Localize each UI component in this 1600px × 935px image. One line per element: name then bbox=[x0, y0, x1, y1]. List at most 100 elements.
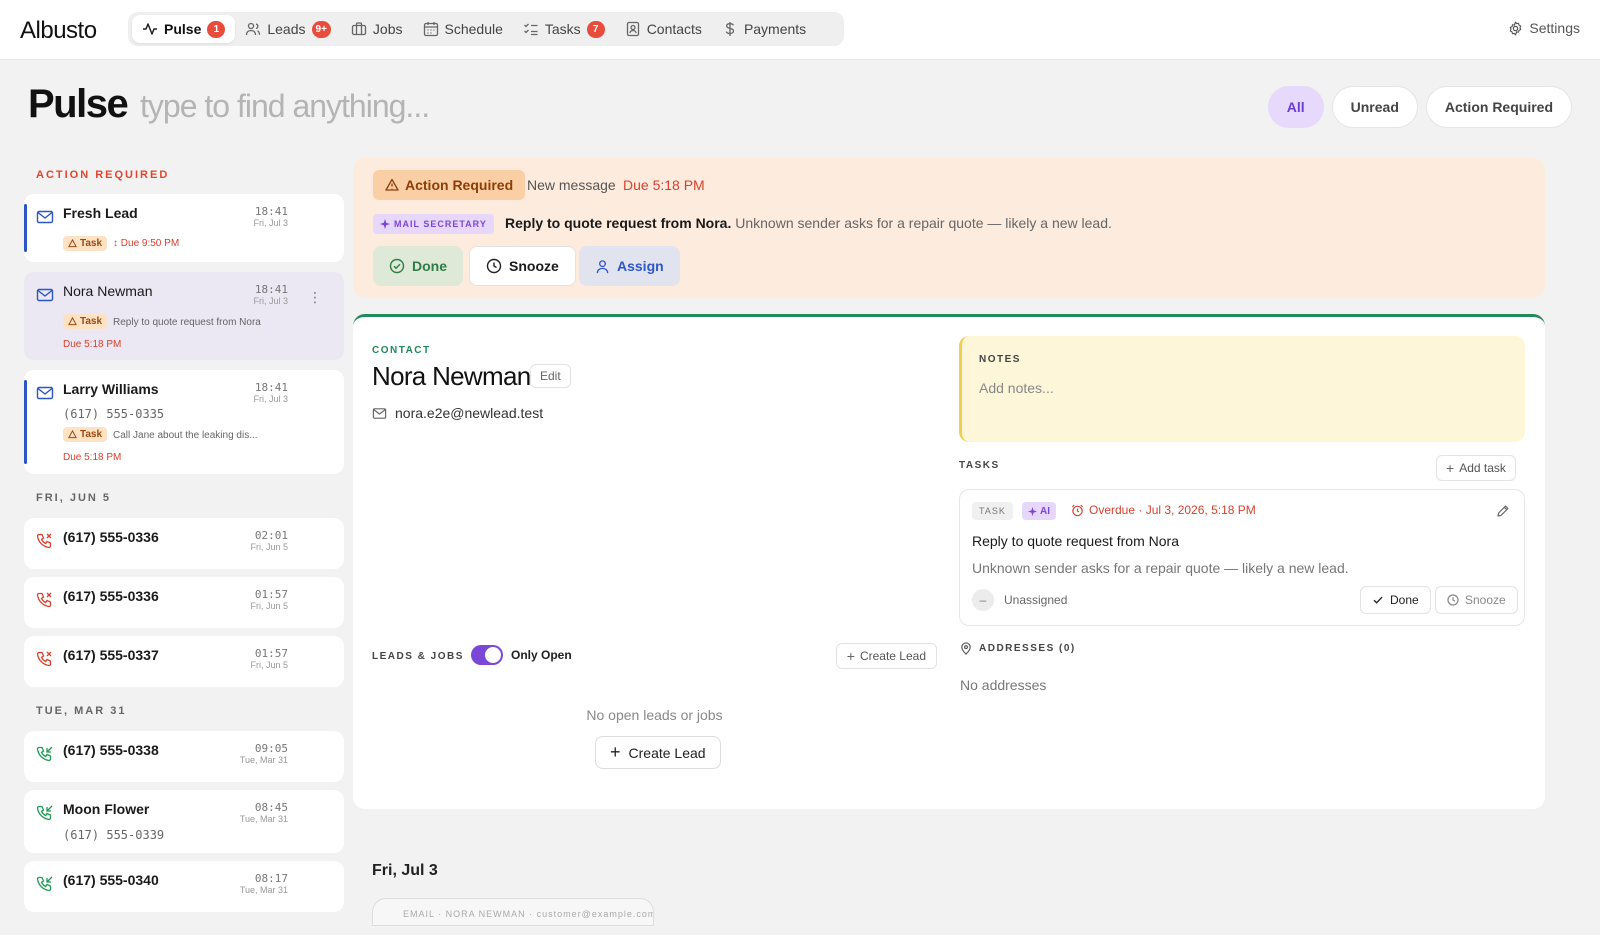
feed-item-name: (617) 555-0340 bbox=[63, 872, 159, 888]
contact-email[interactable]: nora.e2e@newlead.test bbox=[372, 405, 543, 421]
clock-icon bbox=[1447, 594, 1459, 606]
mail-icon bbox=[36, 386, 54, 400]
task-type-tag: TASK bbox=[972, 502, 1013, 520]
overdue-text: Overdue · Jul 3, 2026, 5:18 PM bbox=[1089, 503, 1256, 517]
warning-icon bbox=[68, 317, 77, 326]
action-message-type: New message bbox=[527, 177, 616, 193]
contact-name: Nora Newman bbox=[372, 361, 531, 391]
feed-item-call[interactable]: (617) 555-0338 09:05 Tue, Mar 31 bbox=[24, 731, 344, 782]
edit-contact-button[interactable]: Edit bbox=[530, 364, 571, 388]
tasks-label: TASKS bbox=[959, 460, 1000, 471]
feed-item-name: Nora Newman bbox=[63, 283, 153, 299]
nav-item-schedule[interactable]: Schedule bbox=[413, 15, 513, 43]
search-input[interactable]: type to find anything... bbox=[140, 88, 430, 125]
create-lead-label: Create Lead bbox=[859, 649, 926, 663]
warning-icon bbox=[385, 178, 399, 191]
create-lead-label: Create Lead bbox=[628, 744, 706, 761]
task-badge-label: Task bbox=[80, 429, 103, 440]
nav-badge-leads: 9+ bbox=[311, 20, 331, 38]
feed-item-call[interactable]: Moon Flower 08:45 Tue, Mar 31 (617) 555-… bbox=[24, 790, 344, 853]
add-task-button[interactable]: + Add task bbox=[1436, 455, 1516, 481]
warning-icon bbox=[68, 430, 77, 439]
notes-label: NOTES bbox=[979, 354, 1021, 365]
filter-action-required[interactable]: Action Required bbox=[1425, 86, 1572, 128]
feed-item-time: 18:41 bbox=[254, 283, 288, 296]
done-button-label: Done bbox=[412, 258, 447, 274]
missed-call-icon bbox=[36, 592, 52, 608]
feed-item-call[interactable]: (617) 555-0340 08:17 Tue, Mar 31 bbox=[24, 861, 344, 912]
plus-icon: + bbox=[610, 742, 621, 762]
action-required-panel: Action Required New message Due 5:18 PM … bbox=[353, 158, 1545, 298]
nav-item-jobs[interactable]: Jobs bbox=[341, 15, 413, 43]
action-title: Reply to quote request from Nora. bbox=[505, 215, 732, 231]
nav-item-payments[interactable]: Payments bbox=[712, 15, 816, 43]
assign-button[interactable]: Assign bbox=[579, 246, 680, 286]
feed-item-time: 01:57 bbox=[254, 588, 288, 601]
feed-item-date: Fri, Jun 5 bbox=[250, 660, 288, 670]
feed-item-date: Tue, Mar 31 bbox=[239, 755, 288, 765]
feed-item-time: 08:17 bbox=[254, 872, 288, 885]
action-required-label: Action Required bbox=[405, 177, 514, 193]
snooze-button-label: Snooze bbox=[509, 258, 559, 274]
warning-icon bbox=[68, 239, 77, 248]
settings-link[interactable]: Settings bbox=[1508, 20, 1580, 36]
create-lead-button[interactable]: + Create Lead bbox=[595, 736, 721, 769]
feed-item-date: Fri, Jul 3 bbox=[253, 394, 288, 404]
nav-item-contacts[interactable]: Contacts bbox=[615, 15, 712, 43]
task-done-button[interactable]: Done bbox=[1360, 586, 1431, 614]
filter-all[interactable]: All bbox=[1267, 86, 1324, 128]
nav-item-tasks[interactable]: Tasks 7 bbox=[513, 15, 615, 43]
task-assignee[interactable]: – Unassigned bbox=[972, 589, 1067, 611]
feed-item-nora-newman[interactable]: Nora Newman 18:41 Fri, Jul 3 ⋮ Task Repl… bbox=[24, 272, 344, 360]
task-preview: Call Jane about the leaking dis... bbox=[113, 430, 258, 441]
feed-item-call[interactable]: (617) 555-0336 02:01 Fri, Jun 5 bbox=[24, 518, 344, 569]
unread-indicator bbox=[24, 204, 27, 252]
action-required-badge: Action Required bbox=[373, 170, 526, 200]
feed-item-larry-williams[interactable]: Larry Williams 18:41 Fri, Jul 3 (617) 55… bbox=[24, 370, 344, 474]
action-summary: Reply to quote request from Nora. Unknow… bbox=[505, 215, 1112, 231]
task-done-label: Done bbox=[1390, 593, 1419, 607]
users-icon bbox=[246, 22, 261, 36]
task-badge: Task bbox=[63, 236, 108, 251]
feed-item-name: (617) 555-0338 bbox=[63, 742, 159, 758]
task-snooze-label: Snooze bbox=[1465, 593, 1506, 607]
addresses-header: ADDRESSES (0) bbox=[960, 642, 1076, 655]
feed-item-call[interactable]: (617) 555-0336 01:57 Fri, Jun 5 bbox=[24, 577, 344, 628]
task-snooze-button[interactable]: Snooze bbox=[1435, 586, 1518, 614]
main-nav: Pulse 1 Leads 9+ Jobs Schedule Tasks 7 C… bbox=[128, 12, 844, 46]
more-options-icon[interactable]: ⋮ bbox=[308, 290, 322, 304]
no-addresses-message: No addresses bbox=[960, 677, 1047, 693]
contact-detail-panel: CONTACT Nora Newman Edit nora.e2e@newlea… bbox=[353, 314, 1545, 809]
feed-item-fresh-lead[interactable]: Fresh Lead 18:41 Fri, Jul 3 Task ↕ Due 9… bbox=[24, 194, 344, 262]
feed-item-date: Fri, Jul 3 bbox=[253, 218, 288, 228]
task-due-text: ↕ Due 9:50 PM bbox=[113, 238, 180, 249]
create-lead-button-small[interactable]: + Create Lead bbox=[835, 643, 937, 669]
overdue-label: Overdue · Jul 3, 2026, 5:18 PM bbox=[1071, 503, 1256, 517]
nav-item-leads[interactable]: Leads 9+ bbox=[235, 15, 341, 43]
gear-icon bbox=[1510, 21, 1522, 35]
snooze-button[interactable]: Snooze bbox=[469, 246, 576, 286]
nav-item-pulse[interactable]: Pulse 1 bbox=[132, 15, 236, 43]
unread-indicator bbox=[24, 380, 27, 464]
app-logo[interactable]: Albusto bbox=[20, 17, 97, 45]
feed-item-phone: (617) 555-0339 bbox=[63, 828, 165, 842]
feed-item-time: 18:41 bbox=[254, 205, 288, 218]
alarm-clock-icon bbox=[1071, 504, 1084, 516]
sparkle-icon bbox=[1028, 506, 1037, 516]
only-open-toggle[interactable] bbox=[471, 645, 503, 665]
feed-item-call[interactable]: (617) 555-0337 01:57 Fri, Jun 5 bbox=[24, 636, 344, 687]
pencil-icon[interactable] bbox=[1496, 504, 1510, 518]
timeline-email-item[interactable]: EMAIL · NORA NEWMAN · customer@example.c… bbox=[372, 898, 654, 926]
calendar-icon bbox=[423, 22, 438, 37]
feed-item-time: 01:57 bbox=[254, 647, 288, 660]
feed-item-name: Larry Williams bbox=[63, 381, 159, 397]
mail-icon bbox=[36, 288, 54, 302]
notes-field[interactable]: NOTES Add notes... bbox=[959, 336, 1525, 442]
filter-unread[interactable]: Unread bbox=[1331, 86, 1418, 128]
section-label-action-required: ACTION REQUIRED bbox=[36, 169, 170, 181]
mail-secretary-label: MAIL SECRETARY bbox=[394, 219, 487, 229]
incoming-call-icon bbox=[36, 805, 53, 821]
feed-item-time: 08:45 bbox=[254, 801, 288, 814]
leads-jobs-header: LEADS & JOBS Only Open + Create Lead bbox=[372, 643, 937, 669]
done-button[interactable]: Done bbox=[373, 246, 463, 286]
